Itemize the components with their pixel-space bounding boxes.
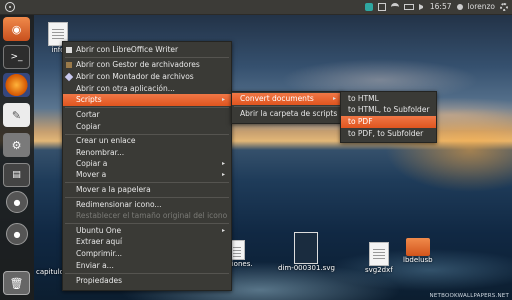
menu-item-send-to[interactable]: Enviar a... bbox=[63, 260, 231, 272]
desktop-file-capitulo[interactable]: capitulo bbox=[36, 268, 64, 276]
wifi-icon[interactable] bbox=[390, 3, 399, 11]
mount-icon bbox=[64, 72, 74, 82]
desktop-file-label: lbdelusb bbox=[403, 256, 433, 264]
gear-icon[interactable] bbox=[500, 3, 508, 11]
archive-icon bbox=[66, 62, 72, 68]
menu-item-properties[interactable]: Propiedades bbox=[63, 275, 231, 287]
menu-item-scripts[interactable]: Scripts ▸ bbox=[63, 94, 231, 106]
mail-icon[interactable] bbox=[377, 3, 386, 11]
chevron-right-icon: ▸ bbox=[221, 171, 225, 178]
ubuntu-one-icon[interactable] bbox=[364, 3, 373, 11]
desktop-file-svg[interactable]: dim-000301.svg bbox=[278, 232, 335, 272]
menu-separator bbox=[65, 197, 229, 198]
menu-item-convert-documents[interactable]: Convert documents ▸ bbox=[232, 93, 342, 105]
menu-item-open-mounter[interactable]: Abrir con Montador de archivos bbox=[63, 71, 231, 83]
system-monitor-icon[interactable]: ▤ bbox=[3, 163, 30, 187]
volume-icon[interactable] bbox=[418, 4, 425, 10]
top-panel: 16:57 lorenzo bbox=[0, 0, 512, 15]
dash-home-icon[interactable]: ◉ bbox=[3, 17, 30, 41]
svg-thumbnail-icon bbox=[294, 232, 319, 264]
menu-item-to-pdf[interactable]: to PDF bbox=[341, 116, 436, 128]
context-menu: Abrir con LibreOffice Writer Abrir con G… bbox=[62, 41, 232, 291]
menu-item-to-pdf-subfolder[interactable]: to PDF, to Subfolder bbox=[341, 128, 436, 140]
menu-item-cut[interactable]: Cortar bbox=[63, 109, 231, 121]
scripts-submenu: Convert documents ▸ Abrir la carpeta de s… bbox=[231, 91, 343, 124]
menu-item-move-to[interactable]: Mover a ▸ bbox=[63, 169, 231, 181]
menu-item-restore-icon-size: Restablecer el tamaño original del icono bbox=[76, 211, 228, 220]
trash-icon[interactable]: 🗑 bbox=[3, 271, 30, 295]
desktop-folder-lbdelusb[interactable]: lbdelusb bbox=[403, 238, 433, 264]
ubuntu-logo-icon[interactable] bbox=[5, 2, 15, 12]
writer-icon bbox=[66, 47, 72, 53]
firefox-icon[interactable] bbox=[3, 73, 30, 97]
menu-separator bbox=[234, 106, 340, 107]
desktop-file-label: capitulo bbox=[36, 268, 64, 276]
menu-item-extract-here[interactable]: Extraer aquí bbox=[63, 236, 231, 248]
user-name[interactable]: lorenzo bbox=[468, 2, 495, 12]
terminal-icon[interactable]: >_ bbox=[3, 45, 30, 69]
menu-separator bbox=[65, 107, 229, 108]
menu-item-open-scripts-folder[interactable]: Abrir la carpeta de scripts bbox=[232, 108, 342, 120]
launcher: ◉ >_ ✎ ⚙ ▤ ● ● 🗑 bbox=[0, 15, 34, 300]
menu-separator bbox=[65, 273, 229, 274]
menu-item-create-link[interactable]: Crear un enlace bbox=[63, 135, 231, 147]
clock[interactable]: 16:57 bbox=[430, 2, 452, 12]
menu-separator bbox=[65, 57, 229, 58]
folder-icon bbox=[405, 238, 430, 256]
disk-icon[interactable]: ● bbox=[6, 191, 28, 213]
convert-submenu: to HTML to HTML, to Subfolder to PDF to … bbox=[340, 91, 437, 143]
chevron-right-icon: ▸ bbox=[332, 95, 336, 102]
script-icon bbox=[368, 242, 389, 266]
desktop-file-label: svg2dxf bbox=[365, 266, 393, 274]
menu-item-open-archiver[interactable]: Abrir con Gestor de archivadores bbox=[63, 59, 231, 71]
menu-item-copy[interactable]: Copiar bbox=[63, 121, 231, 133]
desktop-file-label: dim-000301.svg bbox=[278, 264, 335, 272]
menu-item-open-writer[interactable]: Abrir con LibreOffice Writer bbox=[63, 44, 231, 56]
menu-separator bbox=[65, 223, 229, 224]
wallpaper-watermark: NETBOOKWALLPAPERS.NET bbox=[429, 293, 509, 299]
menu-item-to-html-subfolder[interactable]: to HTML, to Subfolder bbox=[341, 104, 436, 116]
desktop-file-svg2dxf[interactable]: svg2dxf bbox=[365, 242, 393, 274]
chevron-right-icon: ▸ bbox=[221, 96, 225, 103]
system-settings-icon[interactable]: ⚙ bbox=[3, 133, 30, 157]
user-icon bbox=[456, 4, 463, 10]
menu-item-compress[interactable]: Comprimir... bbox=[63, 248, 231, 260]
menu-item-move-to-trash[interactable]: Mover a la papelera bbox=[63, 184, 231, 196]
text-editor-icon[interactable]: ✎ bbox=[3, 103, 30, 127]
disk-icon[interactable]: ● bbox=[6, 223, 28, 245]
system-tray: 16:57 lorenzo bbox=[364, 2, 508, 12]
menu-separator bbox=[65, 182, 229, 183]
battery-icon[interactable] bbox=[403, 4, 414, 10]
